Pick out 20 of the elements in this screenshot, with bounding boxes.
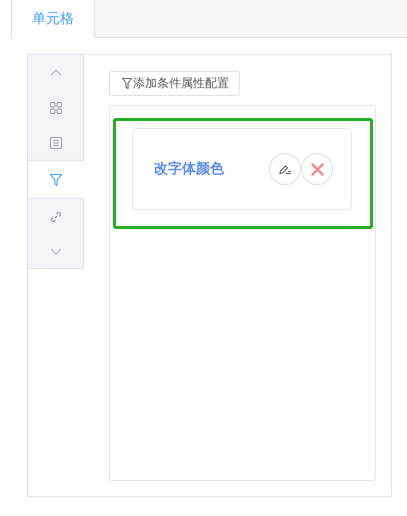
nav-tab[interactable] [28,199,84,234]
filter-icon [122,78,132,89]
grid-icon [50,102,62,114]
rule-item[interactable]: 改字体颜色 [113,118,373,229]
filter-icon [50,174,62,186]
list-icon [50,136,62,148]
rule-name: 改字体颜色 [154,160,224,178]
delete-button[interactable] [301,153,333,185]
chevron-up-icon [50,69,62,76]
scroll-down-button[interactable] [28,234,84,269]
edit-button[interactable] [269,153,301,185]
pencil-icon [278,164,292,174]
add-condition-button[interactable]: 添加条件属性配置 [109,71,240,96]
link-icon [50,210,62,222]
nav-tab[interactable] [28,160,84,199]
scroll-up-button[interactable] [28,55,84,90]
nav-tab[interactable] [28,125,84,160]
chevron-down-icon [50,248,62,254]
close-icon [310,162,324,176]
tab[interactable]: 单元格 [12,0,95,38]
